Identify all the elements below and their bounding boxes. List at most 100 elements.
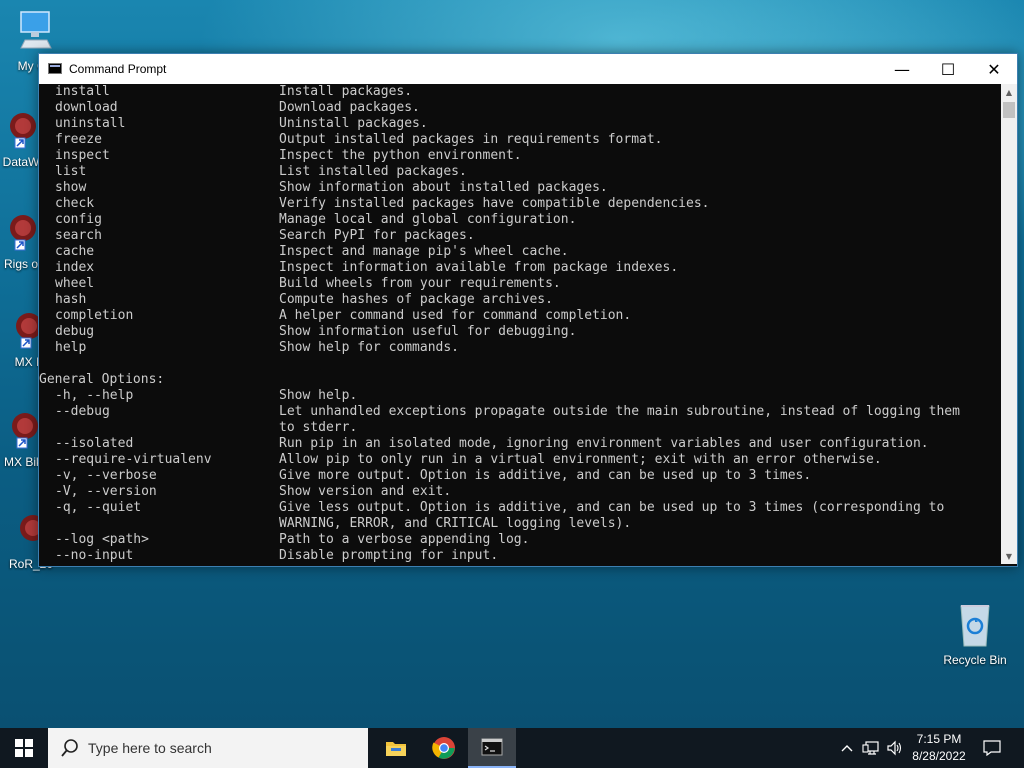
console-output[interactable]: install Install packages. download Downloa…	[39, 84, 1001, 564]
command-description: Build wheels from your requirements.	[279, 276, 561, 291]
app-shortcut-icon	[10, 113, 36, 149]
command-name: debug	[55, 324, 95, 339]
command-name: completion	[55, 308, 134, 323]
command-name: download	[55, 100, 118, 115]
option-row-continued: WARNING, ERROR, and CRITICAL logging lev…	[39, 516, 1001, 532]
option-row: --no-input Disable prompting for input.	[39, 548, 1001, 564]
command-description: Inspect and manage pip's wheel cache.	[279, 244, 569, 259]
desktop-icon-recycle-bin[interactable]: Recycle Bin	[940, 602, 1010, 667]
command-description: List installed packages.	[279, 164, 467, 179]
option-name: --isolated	[55, 436, 134, 451]
command-name: uninstall	[55, 116, 126, 131]
command-description: Show help for commands.	[279, 340, 460, 355]
option-name: --log <path>	[55, 532, 149, 547]
window-title: Command Prompt	[69, 62, 167, 76]
command-description: Download packages.	[279, 100, 420, 115]
command-description: Show information useful for debugging.	[279, 324, 577, 339]
command-row: wheel Build wheels from your requirements…	[39, 276, 1001, 292]
network-icon	[862, 741, 879, 755]
option-description: Let unhandled exceptions propagate outsi…	[279, 404, 960, 419]
option-name: -v, --verbose	[55, 468, 157, 483]
command-name: help	[55, 340, 87, 355]
option-name: -h, --help	[55, 388, 134, 403]
scrollbar-thumb[interactable]	[1003, 102, 1015, 118]
command-description: Inspect information available from packa…	[279, 260, 679, 275]
command-row: cache Inspect and manage pip's wheel cach…	[39, 244, 1001, 260]
command-row: index Inspect information available from …	[39, 260, 1001, 276]
maximize-icon: ☐	[940, 59, 956, 79]
option-description: to stderr.	[279, 420, 358, 435]
command-description: Inspect the python environment.	[279, 148, 522, 163]
app-shortcut-icon	[10, 215, 36, 251]
option-name: --debug	[55, 404, 110, 419]
taskbar-search-box[interactable]: Type here to search	[48, 728, 368, 768]
app-shortcut-icon	[12, 413, 38, 449]
command-row: search Search PyPI for packages.	[39, 228, 1001, 244]
option-row: --isolated Run pip in an isolated mode, i…	[39, 436, 1001, 452]
general-options-header: General Options:	[39, 372, 165, 387]
section-header: General Options:	[39, 372, 1001, 388]
option-row-continued: to stderr.	[39, 420, 1001, 436]
command-row: completion A helper command used for comm…	[39, 308, 1001, 324]
taskbar-chrome[interactable]	[420, 728, 468, 768]
minimize-icon: —	[894, 59, 910, 79]
command-description: Search PyPI for packages.	[279, 228, 475, 243]
start-button[interactable]	[0, 728, 48, 768]
command-prompt-icon	[48, 63, 62, 74]
scroll-up-icon[interactable]: ▲	[1001, 84, 1017, 100]
windows-logo-icon	[15, 739, 33, 757]
option-name: -q, --quiet	[55, 500, 142, 515]
clock-date: 8/28/2022	[912, 749, 966, 763]
command-name: search	[55, 228, 102, 243]
option-row: -v, --verbose Give more output. Option is…	[39, 468, 1001, 484]
command-prompt-window[interactable]: Command Prompt — ☐ ✕ install Install pack…	[38, 53, 1018, 567]
desktop-icon-label: Recycle Bin	[943, 653, 1007, 667]
title-bar[interactable]: Command Prompt — ☐ ✕	[39, 54, 1017, 84]
taskbar-file-explorer[interactable]	[372, 728, 420, 768]
command-name: list	[55, 164, 87, 179]
chrome-icon	[432, 737, 455, 759]
taskbar-command-prompt[interactable]	[468, 728, 516, 768]
recycle-bin-icon	[960, 605, 990, 647]
option-name: --no-input	[55, 548, 134, 563]
vertical-scrollbar[interactable]: ▲ ▼	[1001, 84, 1017, 564]
close-icon: ✕	[987, 59, 1001, 79]
command-row: uninstall Uninstall packages.	[39, 116, 1001, 132]
command-name: check	[55, 196, 95, 211]
clock-time: 7:15 PM	[916, 732, 962, 746]
option-description: Allow pip to only run in a virtual envir…	[279, 452, 882, 467]
command-description: Uninstall packages.	[279, 116, 428, 131]
chevron-up-icon	[841, 745, 853, 752]
computer-icon	[20, 11, 52, 49]
minimize-button[interactable]: —	[879, 54, 925, 84]
command-row: install Install packages.	[39, 84, 1001, 100]
command-name: show	[55, 180, 87, 195]
search-placeholder: Type here to search	[88, 740, 212, 756]
option-row: -q, --quiet Give less output. Option is a…	[39, 500, 1001, 516]
command-row: help Show help for commands.	[39, 340, 1001, 356]
option-description: Give more output. Option is additive, an…	[279, 468, 812, 483]
command-name: freeze	[55, 132, 102, 147]
option-name: --require-virtualenv	[55, 452, 212, 467]
command-description: Compute hashes of package archives.	[279, 292, 553, 307]
taskbar-clock[interactable]: 7:15 PM 8/28/2022	[900, 731, 978, 765]
command-name: inspect	[55, 148, 110, 163]
maximize-button[interactable]: ☐	[925, 54, 971, 84]
command-row: check Verify installed packages have comp…	[39, 196, 1001, 212]
search-icon	[61, 739, 78, 757]
scroll-down-icon[interactable]: ▼	[1001, 548, 1017, 564]
network-button[interactable]	[860, 728, 882, 768]
command-row: freeze Output installed packages in requi…	[39, 132, 1001, 148]
taskbar: Type here to search 7:15 PM 8/28/2022	[0, 728, 1024, 768]
command-description: Output installed packages in requirement…	[279, 132, 663, 147]
action-center-button[interactable]	[980, 728, 1004, 768]
close-button[interactable]: ✕	[971, 54, 1017, 84]
command-description: A helper command used for command comple…	[279, 308, 632, 323]
command-description: Manage local and global configuration.	[279, 212, 577, 227]
command-name: wheel	[55, 276, 95, 291]
show-hidden-icons-button[interactable]	[836, 728, 858, 768]
command-prompt-icon	[481, 738, 503, 756]
command-name: hash	[55, 292, 87, 307]
option-row: -V, --version Show version and exit.	[39, 484, 1001, 500]
